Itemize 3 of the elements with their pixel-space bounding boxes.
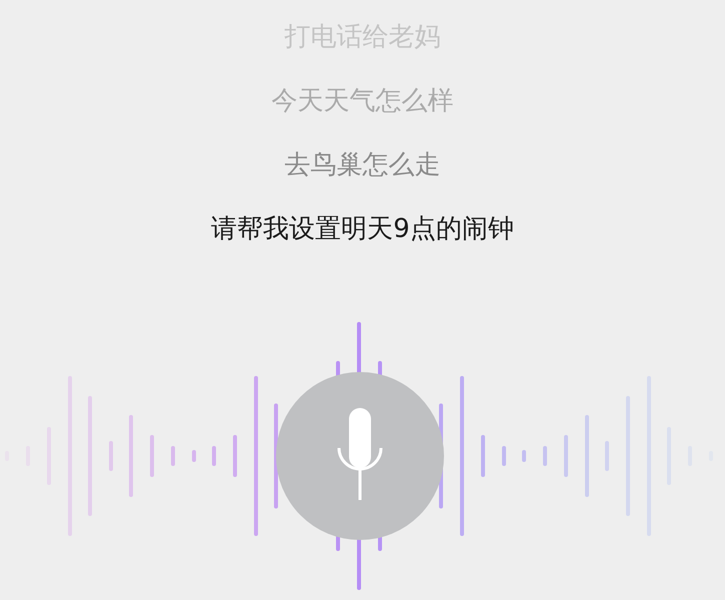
- suggestion-text[interactable]: 去鸟巢怎么走: [284, 147, 440, 183]
- suggestion-text[interactable]: 请帮我设置明天9点的闹钟: [211, 211, 514, 247]
- suggestion-text[interactable]: 今天天气怎么样: [271, 83, 454, 119]
